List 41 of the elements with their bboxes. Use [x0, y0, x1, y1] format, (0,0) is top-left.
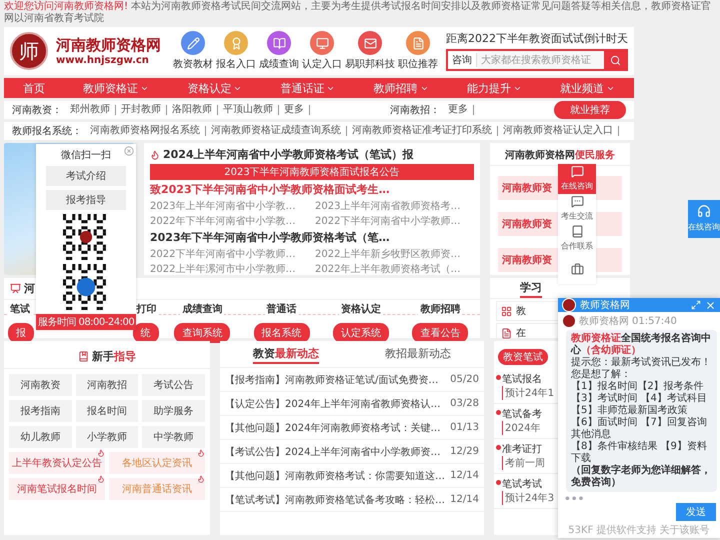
message-line: 【5】非师范最新国考政策: [571, 405, 688, 416]
countdown-text: 距离2022下半年教资面试试倒计时天: [446, 31, 628, 46]
message-closing: （回复数字老师为您详细解答，免费咨询）: [571, 465, 712, 490]
site-url: www.hnjszgw.cn: [56, 55, 150, 66]
exam-badge: 教资笔试: [498, 349, 548, 365]
message-heading: 教师资格证全国统考报名咨询中心（含幼师证）: [571, 333, 712, 356]
site-title: 河南教师资格网: [56, 36, 161, 55]
system-title: 成绩查询: [180, 302, 224, 316]
row-label: 教师报名系统：: [12, 124, 82, 138]
logo-mark: 师: [10, 32, 48, 70]
message-line: 【8】条件审核结果 【9】资料下载: [571, 441, 708, 464]
message-line: 【1】报名时间【2】报考条件: [571, 381, 705, 392]
panel-title: 河: [24, 281, 35, 296]
row-label: 河南教招：: [390, 104, 440, 117]
notice-text: 欢迎您访问河南教师资格网! 本站为河南教师资格考试民间交流网站，主要为考生提供考试报名时间安排以及教师资格证常见问题答疑等相关信息，教师资格证官网以河南省教育考试院: [3, 0, 712, 26]
update-date: 12/14: [450, 494, 479, 505]
message-line: 提示您：最新考试资讯已发布！您是想了解：: [571, 357, 712, 380]
system-title: 普通话: [264, 302, 299, 316]
exam-note: 2024年: [502, 421, 540, 435]
sender-name: 教师资格网: [579, 314, 629, 328]
system-title: 笔试: [8, 302, 32, 316]
system-title: 资格认定: [338, 302, 383, 316]
update-date: 12/14: [450, 470, 479, 481]
row-label: 河南教资：: [12, 104, 62, 117]
message-line: 【6】面试时间 【7】回复咨询其他消息: [571, 417, 708, 440]
exam-note: 考前一周: [502, 456, 545, 470]
panel-title: 新手指导: [92, 349, 136, 364]
message-line: 【3】考试时间 【4】考试科目: [571, 393, 708, 404]
system-title: 教师招聘: [418, 302, 462, 316]
exam-note: 预计24年1: [502, 386, 554, 400]
chat-title: 教师资格网: [580, 298, 631, 312]
update-date: 03/28: [450, 398, 479, 409]
popup-title: 微信扫一扫: [61, 148, 111, 162]
update-date: 01/13: [450, 422, 479, 433]
system-title: 打印: [134, 302, 159, 316]
chat-footer: 53KF 提供软件支持 关于该账号: [558, 523, 720, 538]
message-time: 01:57:40: [632, 316, 677, 327]
exam-note: 预计24年3: [502, 491, 554, 505]
update-date: 12/29: [450, 446, 479, 457]
update-date: 05/20: [450, 374, 479, 385]
service-hours: 服务时间 08:00-24:00: [36, 314, 136, 330]
